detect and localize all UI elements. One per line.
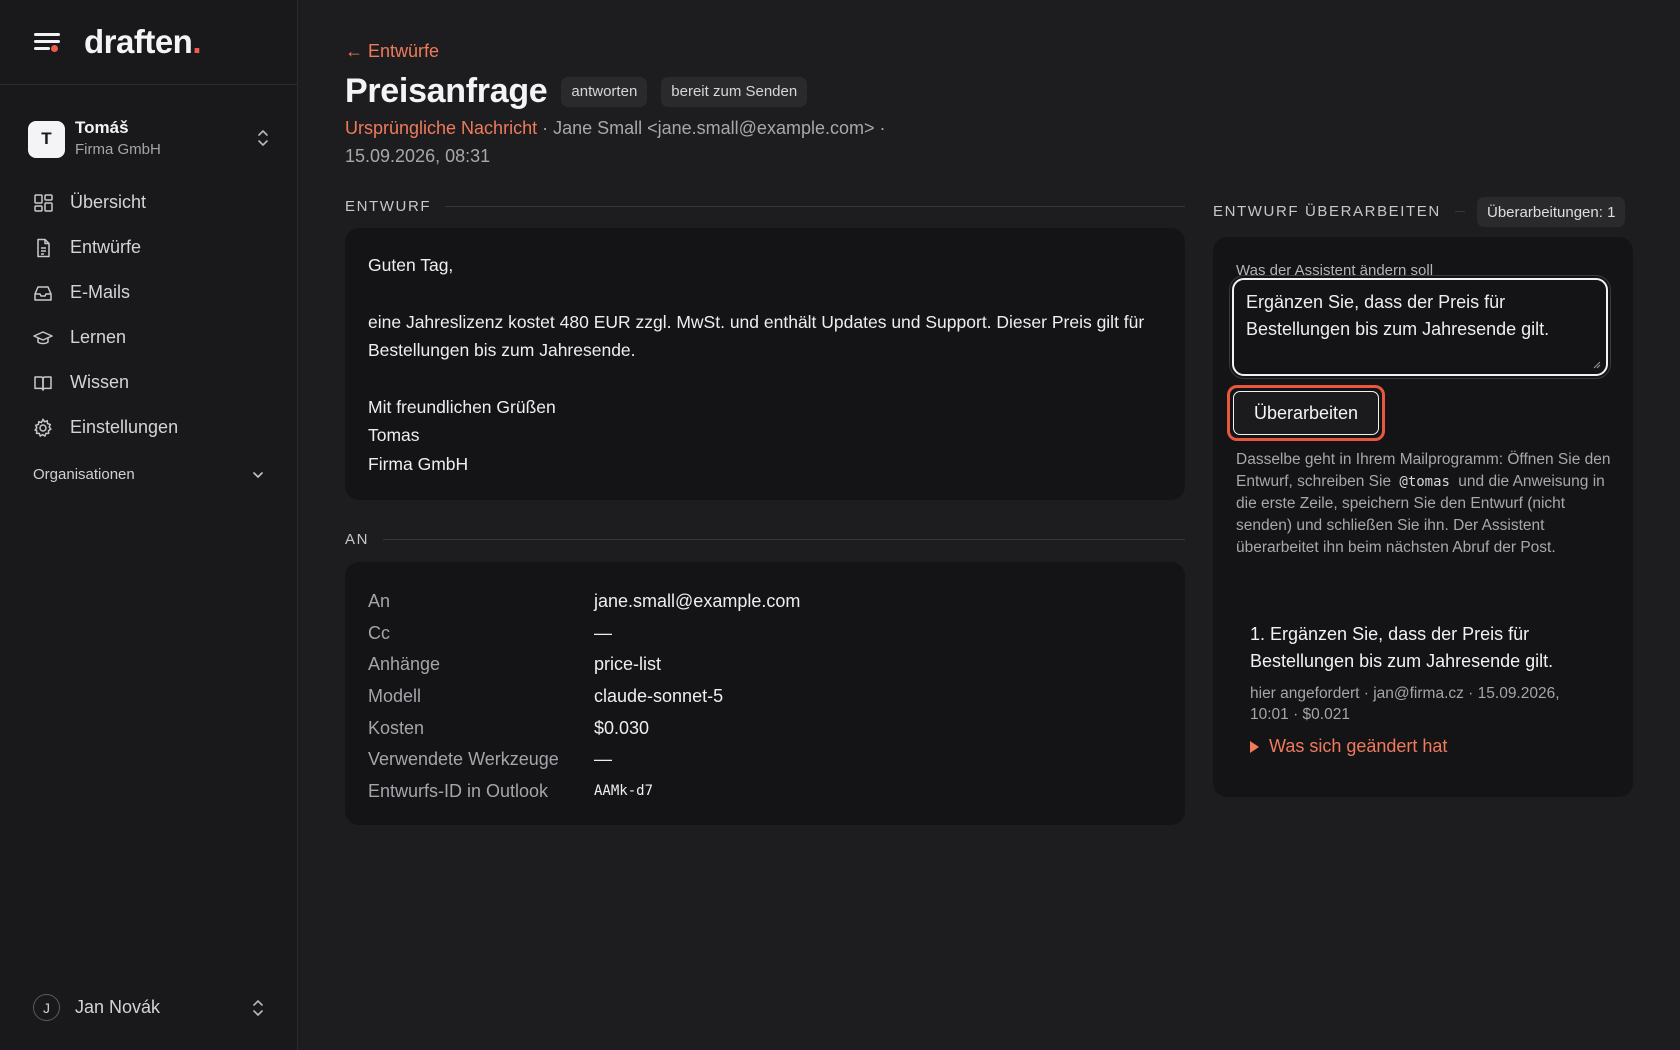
organisations-label: Organisationen xyxy=(33,466,135,483)
sidebar-item-label: E-Mails xyxy=(70,282,131,302)
sidebar-item-einstellungen[interactable]: Einstellungen xyxy=(28,405,270,450)
info-value: jane.small@example.com xyxy=(594,591,801,612)
sidebar-nav: Übersicht Entwürfe E-Mails Lernen Wissen… xyxy=(28,180,270,450)
revise-button[interactable]: Überarbeiten xyxy=(1233,391,1379,435)
section-title: ENTWURF ÜBERARBEITEN xyxy=(1213,203,1441,220)
account-org: Firma GmbH xyxy=(75,141,161,158)
info-row: An jane.small@example.com xyxy=(368,586,800,618)
revision-history-title: 1. Ergänzen Sie, dass der Preis für Best… xyxy=(1250,624,1554,671)
draft-line xyxy=(368,280,1162,308)
info-key: An xyxy=(368,591,391,612)
draft-line: eine Jahreslizenz kostet 480 EUR zzgl. M… xyxy=(368,311,1145,361)
sidebar-item-label: Entwürfe xyxy=(70,237,142,257)
info-key: Kosten xyxy=(368,717,425,738)
original-message-link[interactable]: Ursprüngliche Nachricht xyxy=(345,118,537,138)
revision-history: 1. Ergänzen Sie, dass der Preis für Best… xyxy=(1250,621,1600,757)
status-badge: bereit zum Senden xyxy=(661,76,808,107)
meta-date: 15.09.2026, 08:31 xyxy=(345,146,491,166)
grid-icon xyxy=(34,193,53,212)
account-name: Tomáš xyxy=(75,118,129,137)
back-link[interactable]: ← Entwürfe xyxy=(345,41,439,62)
message-meta: Ursprüngliche Nachricht · Jane Small <ja… xyxy=(345,114,965,170)
changes-disclosure-label: Was sich geändert hat xyxy=(1269,736,1448,756)
mention-code: @tomas xyxy=(1399,474,1450,490)
sidebar-item-emails[interactable]: E-Mails xyxy=(28,270,270,315)
recipients-card: An jane.small@example.com Cc — Anhänge pric… xyxy=(345,562,1185,825)
brand-bar: draften. xyxy=(0,0,297,85)
instruction-label: Was der Assistent ändern soll xyxy=(1236,262,1434,279)
document-icon xyxy=(37,238,50,257)
info-row: Verwendete Werkzeuge — xyxy=(368,744,800,776)
info-value: claude-sonnet-5 xyxy=(594,686,724,707)
chevron-up-down-icon xyxy=(258,130,268,146)
info-key: Modell xyxy=(368,686,422,707)
chevron-up-down-icon xyxy=(253,1000,263,1016)
changes-disclosure[interactable]: Was sich geändert hat xyxy=(1250,736,1600,757)
disclosure-triangle-icon xyxy=(1250,740,1259,753)
info-row: Modell claude-sonnet-5 xyxy=(368,681,800,713)
section-title: AN xyxy=(345,531,370,548)
instruction-textarea[interactable]: Ergänzen Sie, dass der Preis für Bestell… xyxy=(1232,278,1608,376)
info-row: Kosten $0.030 xyxy=(368,712,800,744)
user-avatar: J xyxy=(33,994,60,1021)
instruction-text: Ergänzen Sie, dass der Preis für Bestell… xyxy=(1246,292,1550,339)
draft-line: Firma GmbH xyxy=(368,453,469,474)
user-menu[interactable]: J Jan Novák xyxy=(33,994,265,1021)
sidebar-item-entwuerfe[interactable]: Entwürfe xyxy=(28,225,270,270)
sidebar-item-uebersicht[interactable]: Übersicht xyxy=(28,180,270,225)
revision-history-meta: hier angefordert · jan@firma.cz · 15.09.… xyxy=(1250,685,1560,723)
draft-line: Guten Tag, xyxy=(368,255,454,275)
chevron-down-icon xyxy=(253,471,263,478)
status-badge: antworten xyxy=(561,76,648,107)
info-key: Anhänge xyxy=(368,654,441,675)
menu-icon[interactable] xyxy=(34,31,60,53)
draft-section-header: ENTWURF xyxy=(345,198,1185,215)
sidebar-item-label: Einstellungen xyxy=(70,417,179,437)
page-title: Preisanfrage xyxy=(345,72,548,110)
sidebar-item-label: Übersicht xyxy=(70,192,147,212)
draft-line xyxy=(368,365,1162,393)
info-value: $0.030 xyxy=(594,717,650,738)
info-key: Cc xyxy=(368,622,390,643)
user-name: Jan Novák xyxy=(75,997,161,1017)
info-row: Cc — xyxy=(368,618,800,650)
draft-card: Guten Tag, eine Jahreslizenz kostet 480 … xyxy=(345,228,1185,500)
info-value: AAMk-d7 xyxy=(594,783,654,800)
resize-grip-icon[interactable] xyxy=(1591,359,1601,369)
info-grid: An jane.small@example.com Cc — Anhänge pric… xyxy=(368,586,800,807)
info-row: Entwurfs-ID in Outlook AAMk-d7 xyxy=(368,776,800,808)
sidebar-item-wissen[interactable]: Wissen xyxy=(28,360,270,405)
book-icon xyxy=(34,375,52,391)
inbox-icon xyxy=(34,285,52,301)
info-value: — xyxy=(594,622,612,643)
sidebar-item-lernen[interactable]: Lernen xyxy=(28,315,270,360)
title-row: Preisanfrage antworten bereit zum Senden xyxy=(345,72,808,111)
account-switcher[interactable]: T Tomáš Firma GmbH xyxy=(28,118,270,159)
organisations-toggle[interactable]: Organisationen xyxy=(33,466,265,483)
brand-logo[interactable]: draften. xyxy=(84,23,201,61)
info-value: — xyxy=(594,749,612,770)
revise-button-focus-ring: Überarbeiten xyxy=(1227,385,1385,441)
draft-line: Mit freundlichen Grüßen xyxy=(368,396,556,417)
meta-sender: · Jane Small <jane.small@example.com> · xyxy=(537,118,886,138)
info-key: Verwendete Werkzeuge xyxy=(368,749,559,770)
draft-body: Guten Tag, eine Jahreslizenz kostet 480 … xyxy=(345,228,1185,501)
info-key: Entwurfs-ID in Outlook xyxy=(368,780,549,801)
sidebar: draften. T Tomáš Firma GmbH Übersicht En… xyxy=(0,0,298,1050)
draft-line: Tomas xyxy=(368,425,420,445)
info-value: price-list xyxy=(594,654,662,675)
section-title: ENTWURF xyxy=(345,198,432,215)
revision-count-badge: Überarbeitungen: 1 xyxy=(1477,197,1626,227)
graduation-cap-icon xyxy=(33,330,53,344)
help-text: Dasselbe geht in Ihrem Mailprogramm: Öff… xyxy=(1236,451,1611,556)
revise-section-header: ENTWURF ÜBERARBEITEN xyxy=(1213,203,1465,220)
revise-card: Was der Assistent ändern soll Ergänzen S… xyxy=(1213,237,1633,797)
gear-icon xyxy=(34,417,52,437)
sidebar-item-label: Wissen xyxy=(70,372,130,392)
info-row: Anhänge price-list xyxy=(368,649,800,681)
sidebar-item-label: Lernen xyxy=(70,327,127,347)
account-avatar: T xyxy=(28,120,65,158)
recipients-section-header: AN xyxy=(345,531,1185,548)
